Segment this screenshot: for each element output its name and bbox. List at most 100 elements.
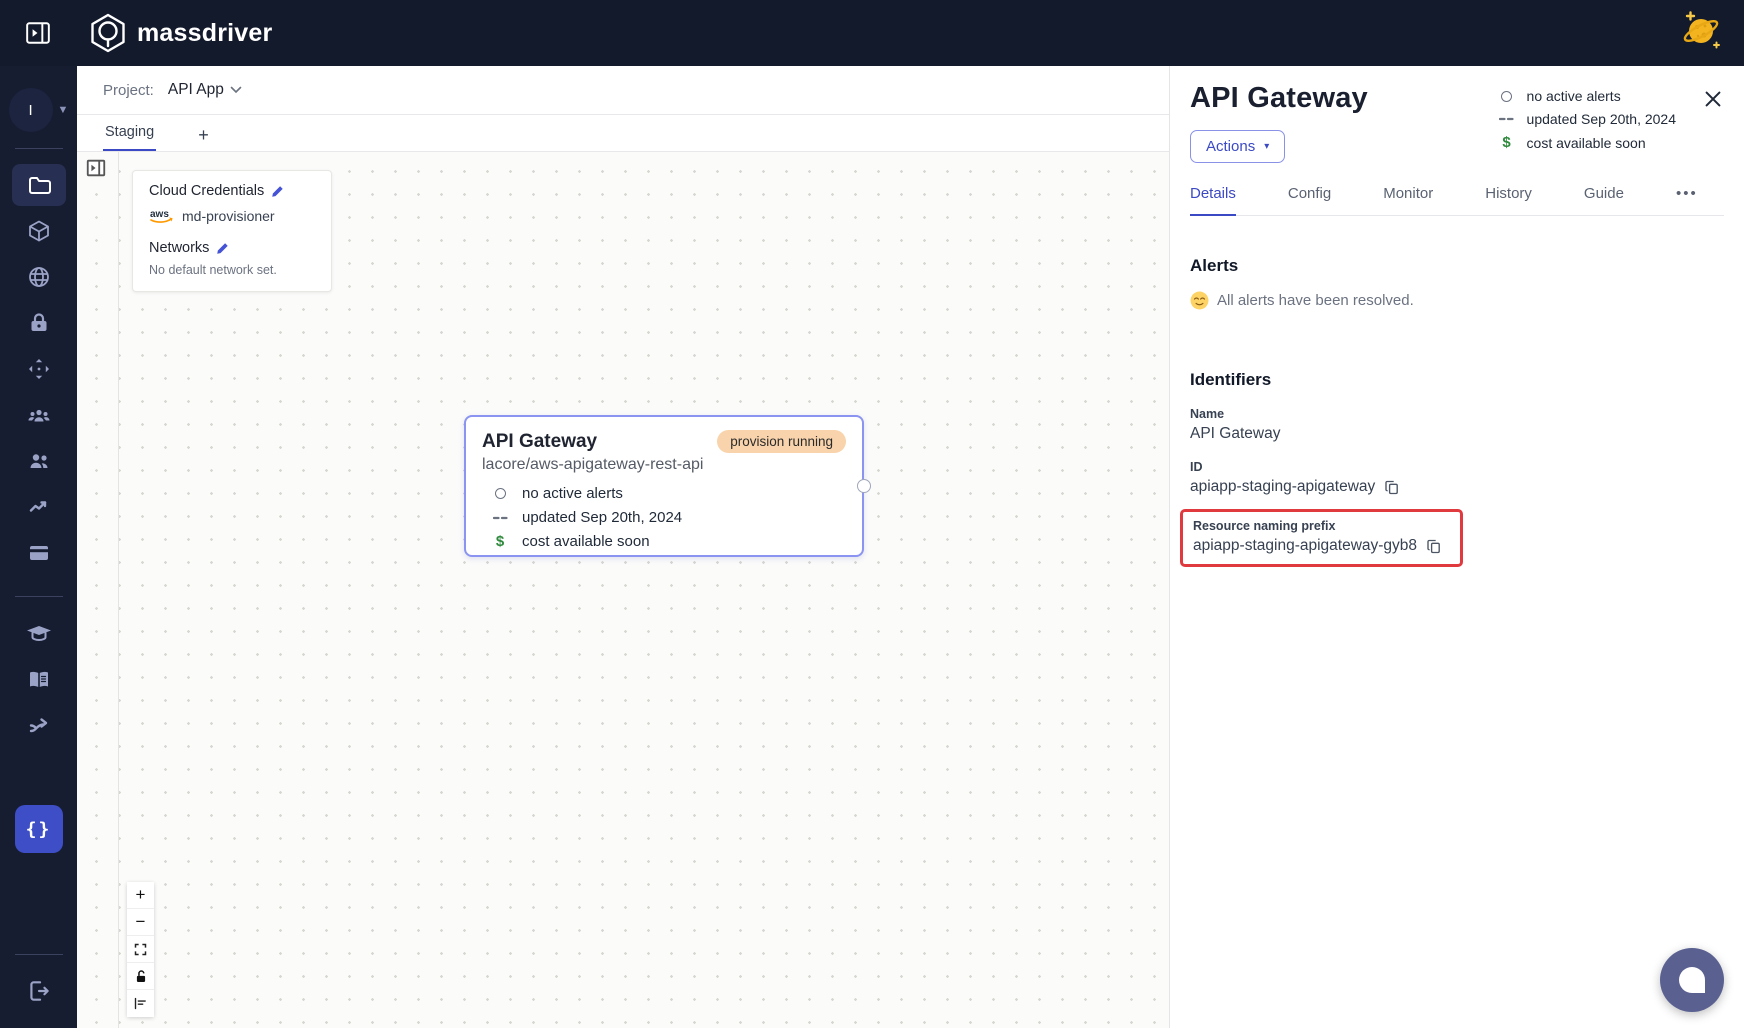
tab-staging[interactable]: Staging: [103, 124, 156, 151]
left-sidebar: I ▼: [0, 66, 77, 1028]
logout-icon: [26, 978, 52, 1004]
dashes-icon: [490, 515, 510, 521]
package-icon: [27, 219, 51, 243]
sidebar-item-projects[interactable]: [12, 164, 66, 206]
field-id: ID apiapp-staging-apigateway: [1190, 460, 1724, 496]
status-badge: provision running: [717, 430, 846, 453]
massdriver-hexagon-icon: [88, 13, 128, 53]
lock-interactivity-button[interactable]: [127, 963, 154, 990]
tab-history[interactable]: History: [1485, 185, 1532, 215]
top-navbar: massdriver: [0, 0, 1744, 66]
fit-view-icon: [133, 942, 148, 957]
zoom-in-button[interactable]: +: [127, 882, 154, 909]
copy-icon: [1384, 479, 1400, 496]
globe-icon: [27, 265, 51, 289]
code-braces-button[interactable]: {}: [15, 805, 63, 853]
sidebar-item-billing[interactable]: [12, 530, 66, 576]
tab-overflow-button[interactable]: •••: [1676, 185, 1698, 215]
copy-prefix-button[interactable]: [1426, 538, 1442, 555]
pencil-icon: [271, 185, 284, 198]
lock-icon: [27, 311, 51, 335]
lock-icon: [134, 969, 148, 984]
dashes-icon: [1498, 116, 1516, 122]
avatar: I: [9, 88, 53, 132]
divider: [118, 152, 119, 1028]
sidebar-item-users[interactable]: [12, 438, 66, 484]
project-label: Project:: [103, 82, 154, 99]
node-status-alerts: no active alerts: [482, 485, 846, 502]
code-braces-icon: {}: [26, 819, 52, 840]
canvas-viewport[interactable]: Cloud Credentials aws m: [77, 152, 1169, 1028]
tab-guide[interactable]: Guide: [1584, 185, 1624, 215]
expand-drawer-button[interactable]: [84, 156, 108, 180]
sidebar-item-secrets[interactable]: [12, 300, 66, 346]
cloud-credentials-label: Cloud Credentials: [149, 183, 264, 199]
fit-view-button[interactable]: [127, 936, 154, 963]
sidebar-item-metrics[interactable]: [12, 484, 66, 530]
add-environment-button[interactable]: +: [198, 126, 209, 144]
details-panel: API Gateway Actions ▾ no active alerts: [1169, 66, 1744, 1028]
sidebar-item-deployments[interactable]: [12, 346, 66, 392]
tab-monitor[interactable]: Monitor: [1383, 185, 1433, 215]
canvas-zoom-controls: + −: [127, 882, 154, 1017]
sidebar-item-networks[interactable]: [12, 254, 66, 300]
copy-icon: [1426, 538, 1442, 555]
alerts-heading: Alerts: [1190, 256, 1724, 276]
divider: [15, 148, 63, 149]
panel-tabs: Details Config Monitor History Guide •••: [1190, 185, 1724, 216]
copy-id-button[interactable]: [1384, 479, 1400, 496]
dollar-icon: $: [1498, 134, 1516, 151]
brand-name: massdriver: [137, 19, 272, 48]
planet-icon[interactable]: [1678, 9, 1722, 58]
tab-details[interactable]: Details: [1190, 185, 1236, 216]
close-panel-button[interactable]: [1702, 88, 1724, 110]
credentials-value: md-provisioner: [182, 208, 275, 224]
chevron-down-icon: [230, 86, 242, 94]
svg-text:aws: aws: [150, 209, 169, 220]
chat-bubble-icon: [1679, 967, 1705, 993]
panel-status-alerts: no active alerts: [1498, 88, 1676, 104]
sidebar-item-bundles[interactable]: [12, 208, 66, 254]
identifiers-heading: Identifiers: [1190, 370, 1724, 390]
sidebar-toggle-button[interactable]: [22, 17, 54, 49]
zoom-out-button[interactable]: −: [127, 909, 154, 936]
chat-launcher-button[interactable]: [1660, 948, 1724, 1012]
sidebar-item-learn[interactable]: [12, 611, 66, 657]
massdriver-logo[interactable]: massdriver: [88, 13, 272, 53]
logout-button[interactable]: [12, 968, 66, 1014]
node-connection-handle[interactable]: [857, 479, 871, 493]
sidebar-item-changelog[interactable]: [12, 703, 66, 749]
changelog-icon: [27, 714, 51, 738]
align-icon: [133, 996, 148, 1011]
org-icon: [26, 403, 52, 427]
canvas-column: Project: API App Staging +: [77, 66, 1169, 1028]
edit-credentials-button[interactable]: [271, 185, 284, 198]
networks-value: No default network set.: [149, 263, 315, 277]
node-api-gateway[interactable]: API Gateway provision running lacore/aws…: [464, 415, 864, 557]
field-name: Name API Gateway: [1190, 407, 1724, 443]
chevron-down-icon: ▾: [1264, 141, 1269, 152]
actions-button[interactable]: Actions ▾: [1190, 130, 1285, 163]
alert-ring-icon: [490, 488, 510, 499]
tab-config[interactable]: Config: [1288, 185, 1331, 215]
project-selector[interactable]: API App: [168, 81, 242, 99]
panel-status-cost: $ cost available soon: [1498, 134, 1676, 151]
networks-label: Networks: [149, 240, 209, 256]
environment-tabs: Staging +: [77, 115, 1169, 152]
node-title: API Gateway: [482, 431, 597, 453]
users-icon: [27, 449, 51, 473]
edit-networks-button[interactable]: [216, 242, 229, 255]
sidebar-item-docs[interactable]: [12, 657, 66, 703]
account-menu[interactable]: I ▼: [9, 88, 69, 132]
learn-icon: [26, 622, 52, 646]
field-resource-naming-prefix: Resource naming prefix apiapp-staging-ap…: [1180, 509, 1463, 567]
align-button[interactable]: [127, 990, 154, 1017]
close-icon: [1702, 88, 1724, 110]
project-name: API App: [168, 81, 224, 99]
panel-toggle-icon: [24, 20, 52, 46]
sidebar-item-organization[interactable]: [12, 392, 66, 438]
panel-expand-icon: [85, 157, 107, 179]
project-header: Project: API App: [77, 66, 1169, 115]
divider: [15, 954, 63, 955]
alert-ring-icon: [1498, 91, 1516, 102]
